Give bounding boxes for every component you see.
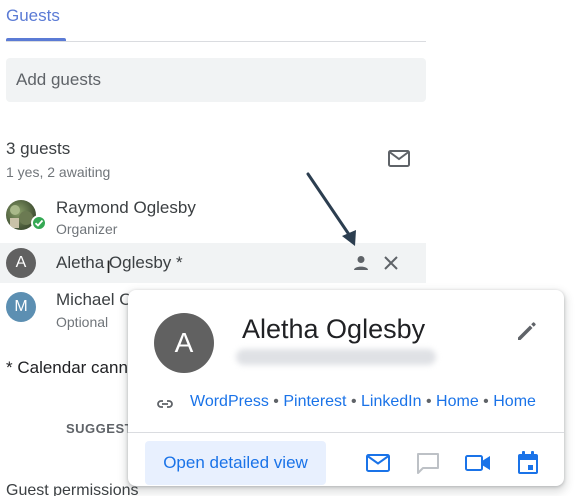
link-home[interactable]: Home	[436, 393, 479, 410]
guest-name: Aletha Oglesby *	[56, 253, 183, 272]
link-wordpress[interactable]: WordPress	[190, 393, 269, 410]
suggest-times-button[interactable]: SUGGEST	[66, 421, 133, 436]
profile-links: WordPress • Pinterest • LinkedIn • Home …	[190, 393, 536, 411]
link-icon	[155, 394, 175, 414]
schedule-event-button[interactable]	[514, 449, 542, 477]
add-guests-field-container	[6, 58, 426, 102]
card-name: Aletha Oglesby	[242, 314, 426, 344]
profile-hover-card: A Aletha Oglesby WordPress • Pinterest •…	[128, 290, 564, 486]
tab-guests[interactable]: Guests	[6, 6, 60, 26]
mail-icon	[366, 454, 390, 472]
link-separator: •	[273, 393, 279, 410]
edit-contact-button[interactable]	[514, 318, 540, 344]
link-linkedin[interactable]: LinkedIn	[361, 393, 422, 410]
calendar-icon	[518, 451, 538, 474]
remove-guest-button[interactable]	[382, 254, 400, 272]
annotation-arrow-icon	[306, 172, 356, 246]
card-avatar: A	[154, 313, 214, 373]
send-email-button[interactable]	[364, 449, 392, 477]
guests-count: 3 guests	[6, 139, 71, 158]
link-separator: •	[350, 393, 357, 410]
video-call-button[interactable]	[464, 449, 492, 477]
add-guests-input[interactable]	[6, 58, 426, 102]
guest-name: Raymond Oglesby	[56, 198, 196, 217]
link-home-2[interactable]: Home	[493, 393, 536, 410]
chat-button[interactable]	[414, 449, 442, 477]
accepted-check-icon	[31, 215, 47, 231]
email-guests-button[interactable]	[386, 148, 412, 170]
link-separator: •	[483, 393, 489, 410]
open-detailed-view-button[interactable]: Open detailed view	[145, 441, 326, 485]
person-icon	[354, 256, 368, 270]
guest-name: Michael O	[56, 290, 133, 309]
chat-icon	[417, 453, 439, 474]
mail-outline-icon	[388, 150, 410, 167]
card-divider	[128, 432, 564, 433]
video-icon	[465, 455, 490, 471]
card-email-redacted	[236, 349, 436, 365]
view-profile-button[interactable]	[352, 254, 370, 272]
close-icon	[384, 256, 398, 270]
avatar-michael: M	[6, 292, 36, 322]
link-pinterest[interactable]: Pinterest	[283, 393, 346, 410]
guest-permissions-heading: Guest permissions	[6, 482, 139, 496]
calendar-note: * Calendar cann	[6, 358, 128, 377]
guests-rsvp-status: 1 yes, 2 awaiting	[6, 164, 111, 180]
link-separator: •	[425, 393, 432, 410]
text-cursor-icon: I	[106, 258, 112, 278]
tab-divider	[6, 41, 426, 42]
guest-role: Optional	[56, 314, 109, 330]
guest-role: Organizer	[56, 221, 118, 237]
pencil-icon	[518, 322, 536, 340]
avatar-aletha: A	[6, 248, 36, 278]
